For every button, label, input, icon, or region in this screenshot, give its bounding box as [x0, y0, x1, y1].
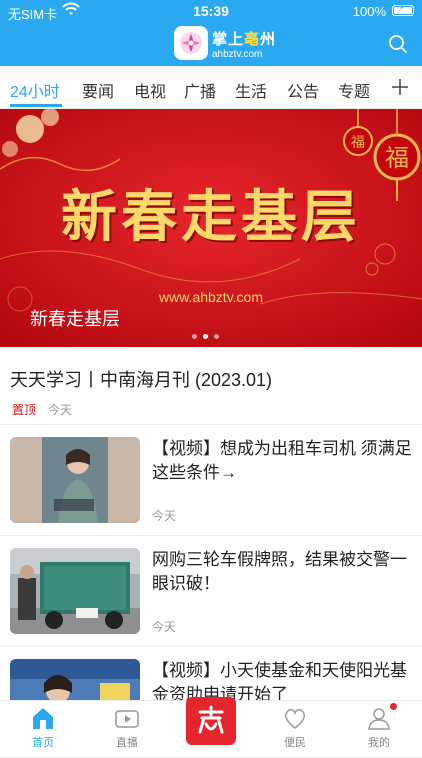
- notification-dot: [390, 703, 397, 710]
- status-bar: 无SIM卡 15:39 100% ⚡: [0, 0, 422, 24]
- nav-profile-label: 我的: [368, 737, 390, 749]
- nav-live[interactable]: 直播: [92, 701, 162, 751]
- brand-icon: [198, 705, 224, 734]
- carousel-dot-active[interactable]: [203, 334, 208, 339]
- heart-icon: [284, 709, 306, 729]
- video-icon: [115, 710, 139, 728]
- tab-life[interactable]: 生活: [235, 78, 267, 102]
- carousel-dot[interactable]: [214, 334, 219, 339]
- tab-radio[interactable]: 广播: [184, 78, 216, 102]
- news-time: 今天: [152, 620, 177, 634]
- svg-text:福: 福: [385, 144, 409, 172]
- center-logo-button[interactable]: [186, 697, 236, 745]
- banner-url: www.ahbztv.com: [159, 289, 263, 305]
- add-tab-icon[interactable]: [390, 74, 410, 100]
- pinned-title: 天天学习丨中南海月刊 (2023.01): [10, 370, 273, 390]
- list-item[interactable]: 网购三轮车假牌照，结果被交警一眼识破！ 今天: [0, 536, 422, 647]
- nav-live-label: 直播: [116, 737, 138, 749]
- category-tabs: 24小时 要闻 电视 广播 生活 公告 专题: [0, 66, 422, 109]
- news-title: 网购三轮车假牌照，结果被交警一眼识破！: [152, 550, 407, 593]
- pinned-article[interactable]: 天天学习丨中南海月刊 (2023.01) 置顶 今天: [0, 348, 422, 425]
- search-icon[interactable]: [388, 34, 408, 54]
- app-name: 掌上亳州 ahbztv.com: [212, 28, 276, 60]
- nav-service[interactable]: 便民: [260, 701, 330, 751]
- home-icon: [33, 708, 53, 729]
- carousel-dots: [192, 334, 219, 339]
- app-name-a: 掌上: [212, 31, 245, 48]
- news-title: 【视频】想成为出租车司机 须满足这些条件→: [152, 439, 412, 482]
- svg-text:福: 福: [351, 135, 365, 151]
- flower-icon: [180, 32, 202, 54]
- user-icon: [368, 708, 390, 730]
- banner-title: 新春走基层: [61, 184, 361, 250]
- carousel-dot[interactable]: [192, 334, 197, 339]
- tab-24h[interactable]: 24小时: [10, 78, 60, 102]
- battery-percent: 100%: [352, 4, 386, 19]
- banner-carousel[interactable]: 福 福 新春走基层 www.ahbztv.com 新春走基层: [0, 109, 422, 347]
- active-tab-indicator: [10, 104, 62, 107]
- nav-profile[interactable]: 我的: [344, 701, 414, 751]
- news-thumbnail: [10, 437, 140, 523]
- banner-caption: 新春走基层: [30, 309, 120, 329]
- news-time: 今天: [152, 509, 177, 523]
- pinned-time: 今天: [48, 403, 73, 417]
- bottom-nav: 首页 直播 便民 我的: [0, 697, 422, 751]
- app-name-b: 亳: [244, 31, 261, 48]
- tab-notice[interactable]: 公告: [287, 78, 319, 102]
- tab-news[interactable]: 要闻: [82, 78, 114, 102]
- nav-service-label: 便民: [284, 737, 306, 749]
- app-domain: ahbztv.com: [212, 49, 263, 60]
- app-logo: [174, 26, 208, 60]
- news-thumbnail: [10, 548, 140, 634]
- tab-special[interactable]: 专题: [338, 78, 370, 102]
- tab-tv[interactable]: 电视: [134, 78, 166, 102]
- list-item[interactable]: 【视频】想成为出租车司机 须满足这些条件→ 今天: [0, 425, 422, 536]
- battery-icon: ⚡: [392, 3, 414, 16]
- nav-home[interactable]: 首页: [8, 701, 78, 751]
- pinned-badge: 置顶: [12, 403, 37, 417]
- nav-home-label: 首页: [32, 737, 54, 749]
- app-name-c: 州: [260, 31, 277, 48]
- app-header: 无SIM卡 15:39 100% ⚡ 掌上亳州 ahbztv.com: [0, 0, 422, 66]
